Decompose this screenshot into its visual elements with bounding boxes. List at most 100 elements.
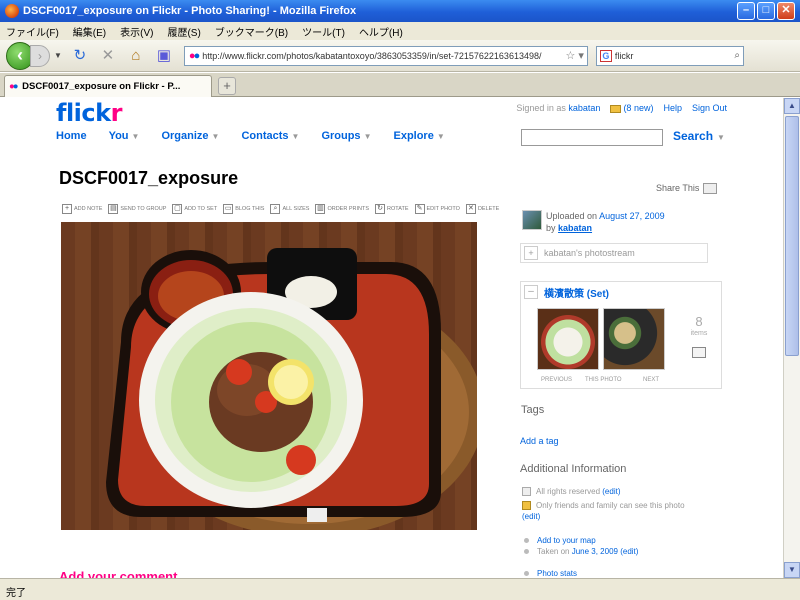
nav-contacts[interactable]: Contacts ▼ bbox=[241, 130, 299, 142]
next-link[interactable]: NEXT bbox=[643, 377, 659, 383]
nav-organize[interactable]: Organize ▼ bbox=[161, 130, 219, 142]
previous-link[interactable]: PREVIOUS bbox=[541, 377, 572, 383]
bookmark-page-icon[interactable]: ▣ bbox=[154, 46, 174, 66]
delete-button[interactable]: ✕ DELETE bbox=[465, 204, 499, 214]
google-search-engine-icon[interactable]: G bbox=[599, 49, 612, 62]
menu-tools[interactable]: ツール(T) bbox=[302, 24, 345, 39]
photo-stats-link[interactable]: Photo stats bbox=[537, 568, 577, 578]
main-nav: Home You ▼ Organize ▼ Contacts ▼ Groups ▼ Ex… bbox=[56, 130, 445, 142]
order-prints-button[interactable]: ▥ ORDER PRINTS bbox=[315, 204, 369, 214]
stop-icon[interactable]: ✕ bbox=[98, 46, 118, 66]
set-header[interactable]: – 横濱散策 (Set) bbox=[521, 282, 721, 302]
menu-view[interactable]: 表示(V) bbox=[120, 24, 153, 39]
tab-current[interactable]: ●● DSCF0017_exposure on Flickr - P... bbox=[4, 75, 212, 97]
add-tag-link[interactable]: Add a tag bbox=[520, 436, 559, 446]
search-bar[interactable]: G flickr ⌕ bbox=[595, 45, 744, 66]
menu-history[interactable]: 履歴(S) bbox=[167, 24, 200, 39]
forward-button[interactable]: › bbox=[30, 44, 50, 67]
visibility-row: Only friends and family can see this pho… bbox=[522, 501, 685, 521]
flickr-logo[interactable]: flickr bbox=[56, 99, 122, 127]
collapse-icon[interactable]: – bbox=[524, 285, 538, 299]
minimize-button[interactable]: – bbox=[737, 2, 755, 20]
share-icon bbox=[703, 183, 718, 195]
set-thumbnail-current[interactable] bbox=[537, 308, 599, 370]
lock-icon bbox=[522, 501, 531, 510]
expand-icon[interactable]: + bbox=[524, 246, 538, 260]
add-to-set-button[interactable]: ▢ ADD TO SET bbox=[172, 204, 217, 214]
edit-photo-button[interactable]: ✎ EDIT PHOTO bbox=[414, 204, 460, 214]
rights-edit-link[interactable]: (edit) bbox=[602, 487, 620, 496]
set-count[interactable]: 8 items bbox=[679, 315, 719, 358]
add-to-map-link[interactable]: Add to your map bbox=[537, 535, 596, 546]
maximize-button[interactable]: □ bbox=[757, 2, 775, 20]
group-icon: ▤ bbox=[108, 204, 119, 214]
chevron-down-icon[interactable]: ▼ bbox=[292, 132, 300, 141]
set-panel: – 横濱散策 (Set) 8 items PREVIOUS THIS PHOTO… bbox=[520, 281, 722, 389]
nav-home[interactable]: Home bbox=[56, 130, 87, 142]
status-bar: 完了 bbox=[0, 578, 800, 600]
note-icon: + bbox=[62, 204, 72, 214]
chevron-down-icon[interactable]: ▼ bbox=[437, 132, 445, 141]
visibility-edit-link[interactable]: (edit) bbox=[522, 512, 540, 521]
owner-link[interactable]: kabatan bbox=[558, 223, 592, 233]
search-icon[interactable]: ⌕ bbox=[734, 50, 743, 61]
taken-edit-link[interactable]: (edit) bbox=[620, 547, 638, 556]
blog-this-button[interactable]: ▭ BLOG THIS bbox=[223, 204, 264, 214]
search-bar-value: flickr bbox=[614, 50, 634, 61]
photostream-panel[interactable]: + kabatan's photostream bbox=[520, 243, 708, 263]
site-search-button[interactable]: Search ▼ bbox=[673, 129, 725, 143]
slideshow-icon[interactable] bbox=[692, 347, 706, 358]
bullet-icon bbox=[524, 538, 529, 543]
scroll-up-icon[interactable]: ▲ bbox=[784, 98, 800, 114]
nav-you[interactable]: You ▼ bbox=[109, 130, 140, 142]
username-link[interactable]: kabatan bbox=[568, 103, 600, 113]
chevron-down-icon[interactable]: ▼ bbox=[132, 132, 140, 141]
owner-avatar[interactable] bbox=[522, 210, 542, 230]
new-tab-button[interactable]: + bbox=[218, 77, 236, 95]
close-button[interactable]: ✕ bbox=[777, 2, 795, 20]
scroll-thumb[interactable] bbox=[785, 116, 799, 356]
bullet-icon bbox=[524, 549, 529, 554]
firefox-icon bbox=[5, 4, 19, 18]
site-search-input[interactable] bbox=[521, 129, 663, 146]
magnifier-icon: ⌕ bbox=[270, 204, 281, 214]
upload-date-link[interactable]: August 27, 2009 bbox=[599, 211, 665, 221]
history-dropdown-icon[interactable]: ▼ bbox=[54, 51, 62, 60]
set-name[interactable]: 横濱散策 (Set) bbox=[544, 285, 609, 300]
set-icon: ▢ bbox=[172, 204, 183, 214]
pencil-icon: ✎ bbox=[414, 204, 425, 214]
send-to-group-button[interactable]: ▤ SEND TO GROUP bbox=[108, 204, 166, 214]
menu-help[interactable]: ヘルプ(H) bbox=[359, 24, 403, 39]
sign-out-link[interactable]: Sign Out bbox=[692, 103, 727, 113]
chevron-down-icon[interactable]: ▼ bbox=[212, 132, 220, 141]
tab-favicon: ●● bbox=[9, 81, 18, 92]
rotate-button[interactable]: ↻ ROTATE bbox=[375, 204, 409, 214]
reload-icon[interactable]: ↻ bbox=[70, 46, 90, 66]
food-photo-illustration bbox=[61, 222, 477, 530]
bookmark-star-icon[interactable]: ☆ ▾ bbox=[562, 49, 586, 62]
nav-groups[interactable]: Groups ▼ bbox=[321, 130, 371, 142]
menu-edit[interactable]: 編集(E) bbox=[73, 24, 106, 39]
mail-icon bbox=[610, 104, 622, 113]
page-content: flickr Signed in as kabatan (8 new) Help… bbox=[0, 98, 783, 578]
mail-link[interactable]: (8 new) bbox=[610, 103, 653, 113]
address-bar[interactable]: ●● http://www.flickr.com/photos/kabatant… bbox=[183, 45, 588, 66]
photostream-label: kabatan's photostream bbox=[544, 248, 635, 258]
share-this-button[interactable]: Share This bbox=[656, 183, 718, 195]
photo-action-bar: + ADD NOTE ▤ SEND TO GROUP ▢ ADD TO SET ▭ BL… bbox=[62, 204, 499, 214]
home-icon[interactable]: ⌂ bbox=[126, 46, 146, 66]
chevron-down-icon[interactable]: ▼ bbox=[364, 132, 372, 141]
add-note-button[interactable]: + ADD NOTE bbox=[62, 204, 102, 214]
help-link[interactable]: Help bbox=[663, 103, 682, 113]
chevron-down-icon[interactable]: ▼ bbox=[717, 133, 725, 142]
scroll-down-icon[interactable]: ▼ bbox=[784, 562, 800, 578]
menu-file[interactable]: ファイル(F) bbox=[6, 24, 59, 39]
vertical-scrollbar[interactable]: ▲ ▼ bbox=[783, 98, 800, 578]
set-thumbnail-next[interactable] bbox=[603, 308, 665, 370]
all-sizes-button[interactable]: ⌕ ALL SIZES bbox=[270, 204, 309, 214]
nav-explore[interactable]: Explore ▼ bbox=[393, 130, 444, 142]
taken-date-link[interactable]: June 3, 2009 bbox=[572, 547, 618, 556]
menu-bookmarks[interactable]: ブックマーク(B) bbox=[215, 24, 288, 39]
add-comment-link[interactable]: Add your comment bbox=[59, 569, 177, 578]
main-photo[interactable] bbox=[61, 222, 477, 530]
